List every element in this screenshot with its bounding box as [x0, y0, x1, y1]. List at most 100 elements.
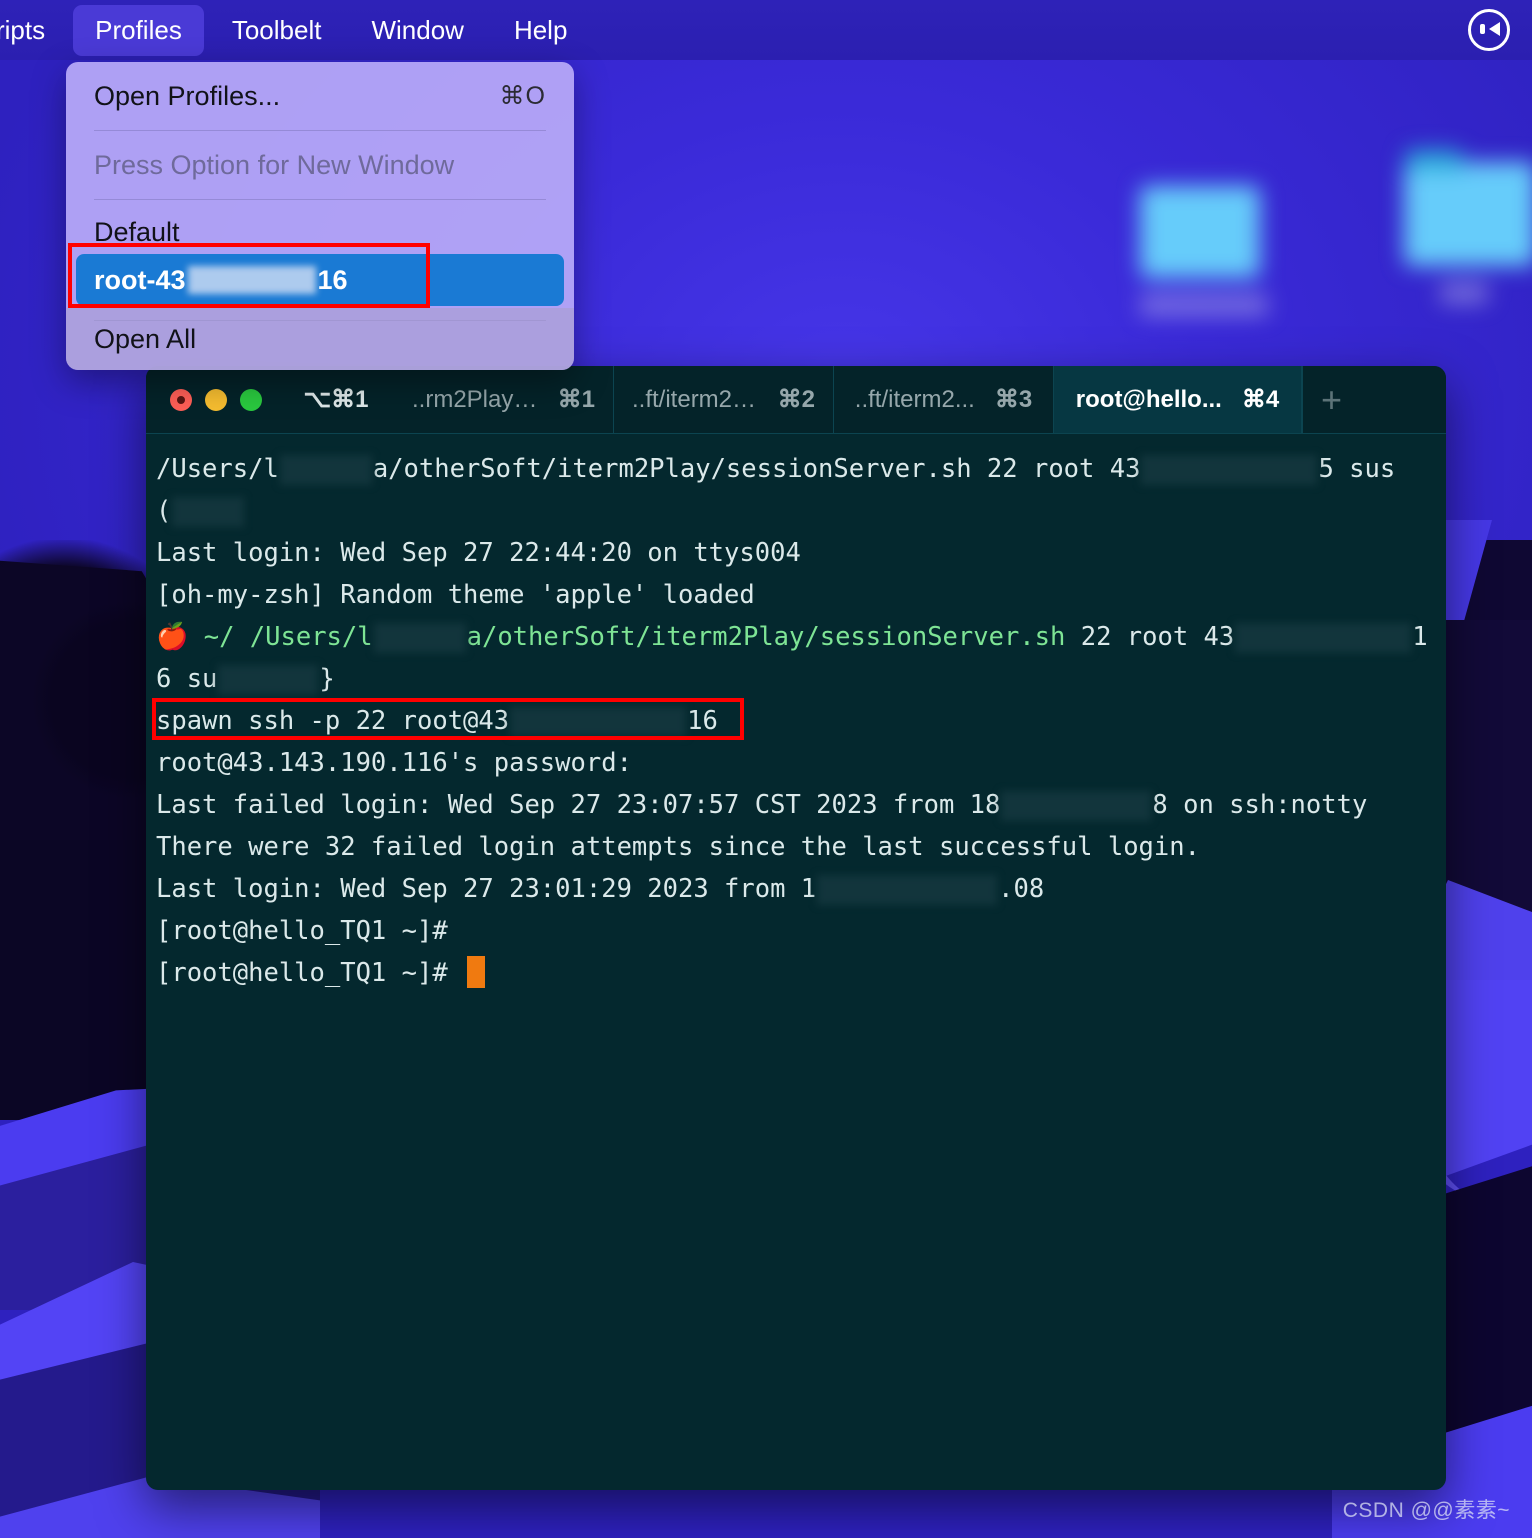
- terminal-line: 6 su}: [156, 658, 1446, 700]
- terminal-text: 8 on ssh:notty: [1152, 790, 1368, 820]
- terminal-line: spawn ssh -p 22 root@43 16: [156, 700, 1446, 742]
- terminal-text: 1: [1412, 622, 1428, 652]
- redacted-text-block: [1141, 455, 1318, 485]
- terminal-text: a/otherSoft/iterm2Play/sessionServer.sh …: [372, 454, 1141, 484]
- terminal-text: 5 sus: [1318, 454, 1396, 484]
- terminal-line: [oh-my-zsh] Random theme 'apple' loaded: [156, 574, 1446, 616]
- profiles-dropdown-menu[interactable]: Open Profiles... ⌘O Press Option for New…: [66, 62, 574, 370]
- menu-item-window[interactable]: Window: [349, 5, 485, 56]
- folder-icon-tab: [1406, 150, 1464, 170]
- folder-icon-label: [1440, 282, 1488, 304]
- redacted-text-block: [817, 875, 998, 905]
- redacted-text-block: [373, 623, 466, 653]
- menu-item-scripts[interactable]: ripts: [0, 5, 67, 56]
- menu-open-profiles-shortcut: ⌘O: [499, 82, 546, 110]
- terminal-text: 22 root 43: [1065, 622, 1235, 652]
- tab-1[interactable]: ..rm2Play/f... ⌘1: [394, 366, 614, 433]
- folder-icon-2[interactable]: [1404, 150, 1532, 304]
- terminal-line: [root@hello_TQ1 ~]#: [156, 910, 1446, 952]
- tab-4-active[interactable]: root@hello... ⌘4: [1054, 366, 1302, 433]
- terminal-line: Last login: Wed Sep 27 23:01:29 2023 fro…: [156, 868, 1446, 910]
- menu-divider-2: [94, 199, 546, 200]
- menu-divider-1: [94, 130, 546, 131]
- tab-title: ⌥⌘1: [303, 386, 369, 413]
- menu-open-profiles[interactable]: Open Profiles... ⌘O: [66, 68, 574, 124]
- redacted-text-block: [172, 497, 245, 527]
- redacted-text-block: [1001, 791, 1152, 821]
- terminal-line: root@43.143.190.116's password:: [156, 742, 1446, 784]
- redacted-text-block: [510, 707, 687, 737]
- menu-item-selected-profile[interactable]: root-43 16: [76, 254, 564, 306]
- terminal-line: /Users/l a/otherSoft/iterm2Play/sessionSe…: [156, 448, 1446, 490]
- tab-3[interactable]: ..ft/iterm2... ⌘3: [834, 366, 1054, 433]
- watermark: CSDN @@素素~: [1342, 1499, 1510, 1522]
- window-traffic-lights[interactable]: [146, 366, 284, 433]
- terminal-text: Last login: Wed Sep 27 23:01:29 2023 fro…: [156, 874, 817, 904]
- redacted-ip-block: [187, 266, 316, 294]
- redacted-text-block: [218, 665, 319, 695]
- apple-logo-icon: 🍎: [156, 622, 189, 652]
- terminal-text: a/otherSoft/iterm2Play/sessionServer.sh: [466, 622, 1066, 652]
- terminal-text: .08: [998, 874, 1045, 904]
- folder-icon-body: [1140, 186, 1260, 278]
- menu-option-hint-label: Press Option for New Window: [94, 149, 455, 180]
- selected-profile-prefix: root-43: [94, 264, 186, 295]
- terminal-cursor: [467, 956, 486, 988]
- folder-icon-label: [1140, 294, 1268, 316]
- app-menu-bar[interactable]: ripts Profiles Toolbelt Window Help: [0, 0, 1532, 60]
- terminal-text: Last login: Wed Sep 27 22:44:20 on ttys0…: [156, 538, 801, 568]
- terminal-line: Last failed login: Wed Sep 27 23:07:57 C…: [156, 784, 1446, 826]
- terminal-text: root@43.143.190.116's password:: [156, 748, 632, 778]
- terminal-text: Last failed login: Wed Sep 27 23:07:57 C…: [156, 790, 1001, 820]
- menu-item-open-all[interactable]: Open All: [66, 308, 574, 370]
- folder-icon-1[interactable]: [1140, 186, 1268, 316]
- menu-section-default: Default: [94, 217, 180, 247]
- menu-option-hint: Press Option for New Window: [66, 137, 574, 193]
- terminal-line: 🍎 ~/ /Users/l a/otherSoft/iterm2Play/sess…: [156, 616, 1446, 658]
- iterm2-window[interactable]: ⌥⌘1 ..rm2Play/f... ⌘1 ..ft/iterm2P... ⌘2…: [146, 366, 1446, 1490]
- close-window-button[interactable]: [170, 388, 192, 411]
- redacted-text-block: [1235, 623, 1412, 653]
- terminal-text: /Users/l: [249, 622, 373, 652]
- tab-shortcut: ⌘1: [557, 386, 595, 413]
- tab-shortcut: ⌘4: [1241, 386, 1280, 413]
- tab-title: ..rm2Play/f...: [412, 385, 538, 413]
- smiley-face-icon[interactable]: [1468, 9, 1510, 51]
- terminal-text: /Users/l: [156, 454, 279, 484]
- minimize-window-button[interactable]: [205, 388, 227, 411]
- tab-title: root@hello...: [1075, 385, 1222, 413]
- menubar-status-area[interactable]: [1468, 9, 1510, 51]
- terminal-text: }: [319, 664, 335, 694]
- smiley-mouth: [1489, 22, 1500, 36]
- menu-item-help[interactable]: Help: [492, 5, 589, 56]
- menu-item-open-all-label: Open All: [94, 323, 197, 354]
- terminal-text: [root@hello_TQ1 ~]#: [156, 916, 448, 946]
- tab-shortcut: ⌘2: [777, 386, 815, 413]
- menu-open-profiles-label: Open Profiles...: [94, 80, 281, 111]
- terminal-tab-bar[interactable]: ⌥⌘1 ..rm2Play/f... ⌘1 ..ft/iterm2P... ⌘2…: [146, 366, 1446, 434]
- redacted-text-block: [279, 455, 372, 485]
- terminal-text: ~/: [188, 622, 250, 652]
- terminal-text: [root@hello_TQ1 ~]#: [156, 958, 464, 988]
- new-tab-button[interactable]: +: [1302, 366, 1360, 433]
- terminal-text: 16: [687, 706, 718, 736]
- terminal-line: [root@hello_TQ1 ~]#: [156, 952, 1446, 994]
- terminal-line: Last login: Wed Sep 27 22:44:20 on ttys0…: [156, 532, 1446, 574]
- terminal-text: There were 32 failed login attempts sinc…: [156, 832, 1200, 862]
- smiley-eye: [1480, 24, 1485, 34]
- terminal-line: (: [156, 490, 1446, 532]
- tab-shortcut: ⌘3: [994, 386, 1033, 413]
- terminal-text: spawn ssh -p 22 root@43: [156, 706, 510, 736]
- terminal-text: 6 su: [156, 664, 218, 694]
- tab-hotkey[interactable]: ⌥⌘1: [284, 366, 394, 433]
- selected-profile-suffix: 16: [317, 264, 348, 295]
- terminal-line: There were 32 failed login attempts sinc…: [156, 826, 1446, 868]
- menu-item-profiles[interactable]: Profiles: [73, 4, 204, 56]
- menu-item-toolbelt[interactable]: Toolbelt: [210, 5, 344, 56]
- tab-title: ..ft/iterm2P...: [632, 385, 758, 413]
- zoom-window-button[interactable]: [240, 388, 262, 411]
- terminal-text: [oh-my-zsh] Random theme 'apple' loaded: [156, 580, 755, 610]
- terminal-output[interactable]: /Users/l a/otherSoft/iterm2Play/sessionSe…: [146, 434, 1446, 994]
- terminal-text: (: [156, 496, 172, 526]
- tab-2[interactable]: ..ft/iterm2P... ⌘2: [614, 366, 834, 433]
